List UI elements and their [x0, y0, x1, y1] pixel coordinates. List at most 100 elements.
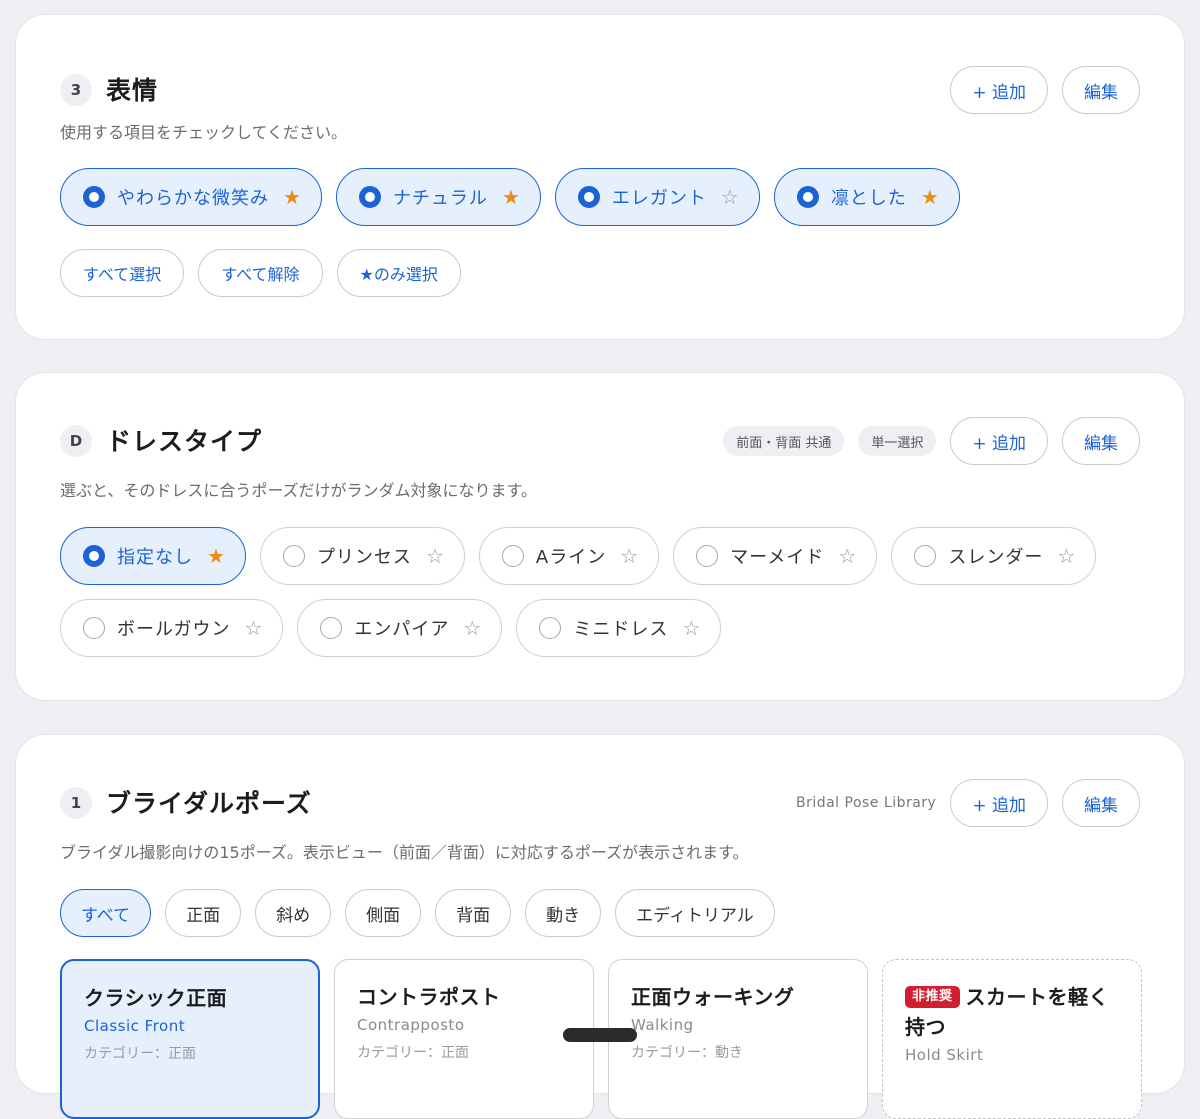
pose-subtitle: Classic Front: [84, 1017, 186, 1035]
bulk-actions: すべて選択 すべて解除 ★のみ選択: [60, 249, 461, 297]
add-button[interactable]: + 追加: [950, 417, 1048, 465]
select-starred-button[interactable]: ★のみ選択: [336, 249, 461, 297]
pose-card-not-recommended[interactable]: 非推奨 スカートを軽く持つ Hold Skirt: [882, 959, 1142, 1119]
option-chip[interactable]: マーメイド ☆: [673, 527, 878, 585]
dress-options-row1: 指定なし ★ プリンセス ☆ Aライン ☆ マーメイド ☆ スレンダー ☆: [60, 527, 1097, 585]
pose-category: カテゴリー：正面: [84, 1046, 196, 1062]
section-number: D: [60, 425, 92, 457]
star-icon[interactable]: ★: [921, 185, 939, 209]
expression-options: やわらかな微笑み ★ ナチュラル ★ エレガント ☆ 凛とした ★: [60, 168, 960, 226]
radio-icon: [914, 545, 937, 567]
section-title: 表情: [106, 76, 159, 105]
pose-card[interactable]: 正面ウォーキング Walking カテゴリー：動き: [608, 959, 868, 1119]
pose-card[interactable]: コントラポスト Contrapposto カテゴリー：正面: [334, 959, 594, 1119]
option-label: 凛とした: [830, 188, 907, 209]
option-chip[interactable]: ボールガウン ☆: [60, 599, 284, 657]
option-label: スレンダー: [948, 547, 1044, 568]
section-number: 3: [60, 74, 92, 106]
star-icon[interactable]: ★: [502, 185, 520, 209]
star-icon[interactable]: ★: [207, 544, 225, 568]
star-outline-icon[interactable]: ☆: [1057, 544, 1075, 568]
expression-header: 3 表情 + 追加 編集: [60, 65, 1140, 114]
single-select-tag: 単一選択: [858, 426, 937, 456]
option-label: プリンセス: [316, 547, 412, 568]
pose-title: コントラポスト: [357, 985, 501, 1009]
section-number: 1: [60, 787, 92, 819]
option-chip[interactable]: エレガント ☆: [554, 168, 760, 226]
radio-icon: [696, 545, 719, 567]
option-label: 指定なし: [117, 547, 193, 568]
clear-all-button[interactable]: すべて解除: [198, 249, 323, 297]
option-label: エレガント: [611, 188, 707, 209]
expression-card: 3 表情 + 追加 編集 使用する項目をチェックしてください。 やわらかな微笑み…: [15, 14, 1185, 340]
radio-icon: [83, 617, 105, 639]
select-all-button[interactable]: すべて選択: [60, 249, 185, 297]
filter-chip-editorial[interactable]: エディトリアル: [615, 889, 775, 937]
pose-subtitle: Hold Skirt: [905, 1046, 984, 1064]
filter-chip-diagonal[interactable]: 斜め: [255, 889, 332, 937]
star-outline-icon[interactable]: ☆: [463, 616, 481, 640]
dress-type-card: D ドレスタイプ 前面・背面 共通 単一選択 + 追加 編集 選ぶと、そのドレス…: [15, 372, 1185, 701]
option-chip[interactable]: スレンダー ☆: [891, 527, 1097, 585]
option-label: ミニドレス: [573, 619, 669, 640]
option-chip[interactable]: プリンセス ☆: [259, 527, 465, 585]
pose-title-wrap: 非推奨 スカートを軽く持つ: [905, 982, 1119, 1042]
section-title: ブライダルポーズ: [106, 789, 312, 818]
edit-button[interactable]: 編集: [1062, 779, 1140, 827]
pose-title: 正面ウォーキング: [631, 985, 795, 1009]
pose-subtitle: Walking: [631, 1016, 694, 1034]
library-label: Bridal Pose Library: [795, 795, 937, 811]
filter-chip-motion[interactable]: 動き: [525, 889, 602, 937]
option-chip[interactable]: やわらかな微笑み ★: [60, 168, 322, 226]
star-outline-icon[interactable]: ☆: [620, 544, 638, 568]
add-button[interactable]: + 追加: [950, 66, 1048, 114]
section-description: ブライダル撮影向けの15ポーズ。表示ビュー（前面／背面）に対応するポーズが表示さ…: [60, 843, 749, 862]
star-outline-icon[interactable]: ☆: [721, 185, 739, 209]
pose-subtitle: Contrapposto: [357, 1016, 465, 1034]
star-outline-icon[interactable]: ☆: [682, 616, 700, 640]
pose-category: カテゴリー：正面: [357, 1045, 469, 1061]
option-chip[interactable]: Aライン ☆: [478, 527, 660, 585]
filter-chip-back[interactable]: 背面: [435, 889, 512, 937]
option-chip[interactable]: ミニドレス ☆: [516, 599, 722, 657]
radio-icon: [83, 545, 105, 567]
option-chip[interactable]: エンパイア ☆: [297, 599, 503, 657]
section-title: ドレスタイプ: [106, 427, 263, 456]
star-outline-icon[interactable]: ☆: [426, 544, 444, 568]
radio-icon: [577, 186, 600, 208]
home-indicator[interactable]: [563, 1028, 637, 1042]
pose-card[interactable]: クラシック正面 Classic Front カテゴリー：正面: [60, 959, 320, 1119]
edit-button[interactable]: 編集: [1062, 66, 1140, 114]
option-label: エンパイア: [354, 619, 450, 640]
filter-chip-all[interactable]: すべて: [60, 889, 152, 937]
star-outline-icon[interactable]: ☆: [838, 544, 856, 568]
option-chip[interactable]: 指定なし ★: [60, 527, 246, 585]
radio-icon: [320, 617, 343, 639]
option-label: Aライン: [535, 547, 607, 568]
option-chip[interactable]: 凛とした ★: [773, 168, 960, 226]
add-button[interactable]: + 追加: [950, 779, 1048, 827]
pose-title: クラシック正面: [84, 986, 228, 1010]
section-description: 選ぶと、そのドレスに合うポーズだけがランダム対象になります。: [60, 481, 537, 500]
option-label: ボールガウン: [117, 619, 231, 640]
option-label: ナチュラル: [392, 188, 488, 209]
radio-icon: [501, 545, 524, 567]
radio-icon: [358, 186, 381, 208]
edit-button[interactable]: 編集: [1062, 417, 1140, 465]
pose-category: カテゴリー：動き: [631, 1045, 743, 1061]
filter-chip-side[interactable]: 側面: [345, 889, 422, 937]
dress-options-row2: ボールガウン ☆ エンパイア ☆ ミニドレス ☆: [60, 599, 722, 657]
radio-icon: [83, 186, 105, 208]
section-description: 使用する項目をチェックしてください。: [60, 123, 348, 142]
option-label: マーメイド: [730, 547, 825, 568]
dress-header: D ドレスタイプ 前面・背面 共通 単一選択 + 追加 編集: [60, 416, 1140, 465]
radio-icon: [539, 617, 562, 639]
bridal-header: 1 ブライダルポーズ Bridal Pose Library + 追加 編集: [60, 778, 1140, 827]
option-chip[interactable]: ナチュラル ★: [335, 168, 541, 226]
shared-tag: 前面・背面 共通: [723, 426, 845, 456]
star-icon[interactable]: ★: [283, 185, 301, 209]
not-recommended-badge: 非推奨: [905, 986, 960, 1008]
category-filter: すべて 正面 斜め 側面 背面 動き エディトリアル: [60, 889, 775, 937]
filter-chip-front[interactable]: 正面: [165, 889, 242, 937]
star-outline-icon[interactable]: ☆: [244, 616, 262, 640]
